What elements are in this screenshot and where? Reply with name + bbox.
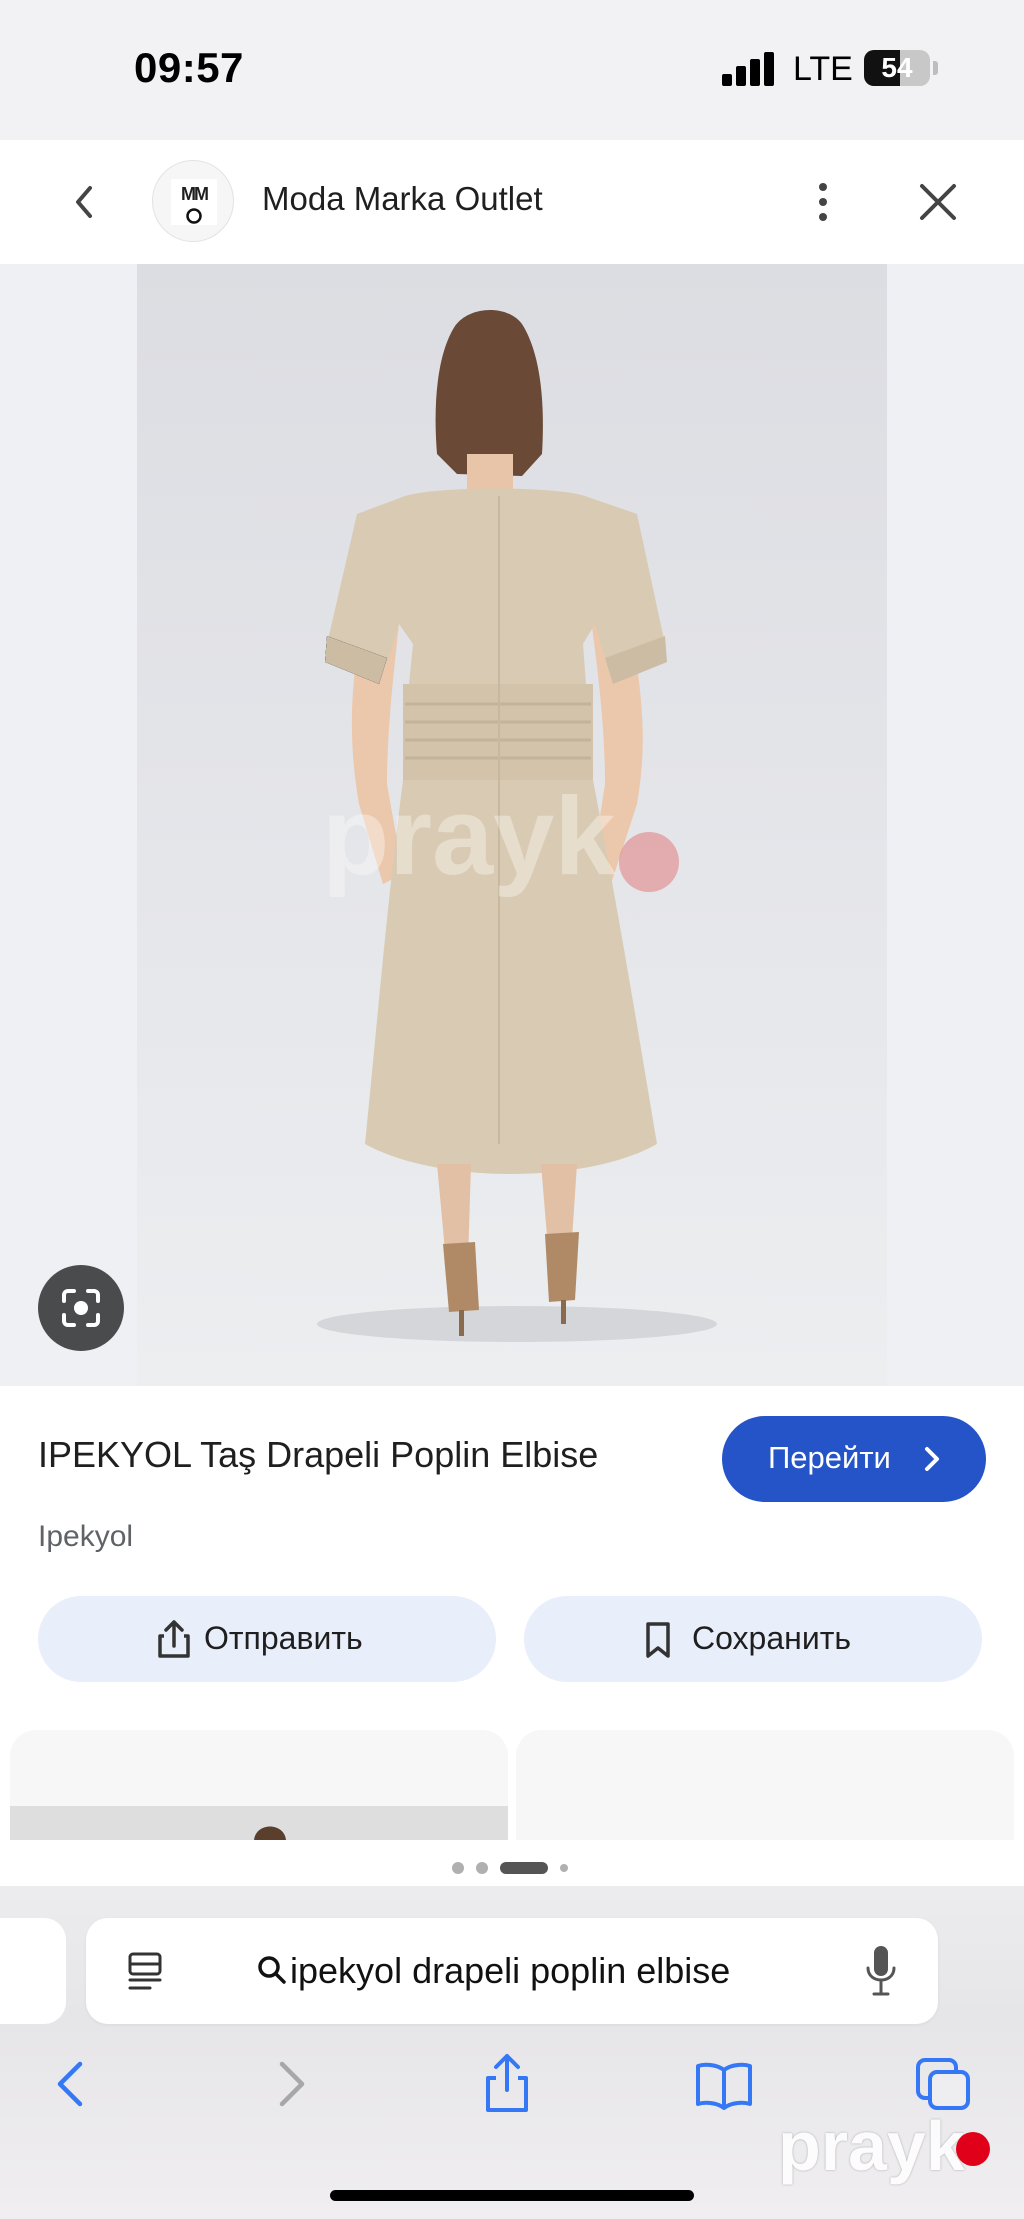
- site-title: Moda Marka Outlet: [262, 180, 543, 217]
- search-query: ipekyol drapeli poplin elbise: [290, 1950, 731, 1991]
- chevron-left-icon: [76, 186, 92, 218]
- back-button[interactable]: [56, 172, 116, 232]
- watermark-text: prayk: [322, 775, 616, 898]
- status-time: 09:57: [134, 44, 244, 91]
- product-brand: Ipekyol: [38, 1520, 134, 1553]
- back-arrow-icon: [57, 2061, 83, 2107]
- battery-level: 54: [881, 52, 913, 83]
- close-icon: [920, 184, 956, 220]
- share-page-button[interactable]: [482, 2052, 532, 2121]
- watermark-text-bottom: prayk: [778, 2107, 965, 2185]
- network-type: LTE: [793, 50, 853, 88]
- search-icon: [258, 1956, 286, 1984]
- google-lens-button[interactable]: [38, 1265, 124, 1351]
- share-icon: [486, 2054, 528, 2112]
- bookmark-icon: [646, 1622, 670, 1658]
- product-image[interactable]: prayk: [137, 264, 887, 1386]
- share-button[interactable]: Отправить: [38, 1596, 496, 1682]
- carousel-dots: [450, 1860, 590, 1876]
- signal-icon: [722, 52, 776, 86]
- logo-ring-icon: [186, 208, 202, 224]
- home-indicator[interactable]: [330, 2190, 694, 2201]
- more-options-button[interactable]: [806, 172, 840, 232]
- forward-arrow-icon: [279, 2061, 305, 2107]
- forward-nav-button[interactable]: [272, 2058, 312, 2115]
- previous-tab-edge[interactable]: [0, 1918, 66, 2024]
- bookmarks-button[interactable]: [694, 2060, 754, 2115]
- mic-icon[interactable]: [866, 1944, 896, 1998]
- back-nav-button[interactable]: [50, 2058, 90, 2115]
- bookmarks-icon: [696, 2062, 752, 2110]
- battery-icon: 54: [864, 50, 930, 86]
- reader-icon[interactable]: [126, 1948, 166, 1994]
- product-title: IPEKYOL Taş Drapeli Poplin Elbise: [38, 1434, 599, 1475]
- goto-button[interactable]: Перейти: [722, 1416, 986, 1502]
- share-label: Отправить: [204, 1620, 363, 1656]
- battery-tip: [933, 61, 938, 75]
- site-logo: MM: [152, 160, 234, 242]
- google-lens-icon: [62, 1289, 100, 1327]
- save-label: Сохранить: [692, 1620, 852, 1656]
- related-card-head: [254, 1826, 286, 1840]
- chevron-right-icon: [925, 1447, 939, 1471]
- dress-illustration: prayk: [317, 309, 717, 1342]
- related-card[interactable]: [10, 1730, 508, 1840]
- related-card[interactable]: [516, 1730, 1014, 1840]
- share-icon: [158, 1620, 190, 1658]
- goto-label: Перейти: [768, 1440, 891, 1475]
- tabs-icon: [916, 2058, 970, 2110]
- more-vert-icon: [819, 183, 827, 221]
- close-button[interactable]: [912, 172, 964, 232]
- save-button[interactable]: Сохранить: [524, 1596, 982, 1682]
- watermark-dot: [956, 2132, 990, 2166]
